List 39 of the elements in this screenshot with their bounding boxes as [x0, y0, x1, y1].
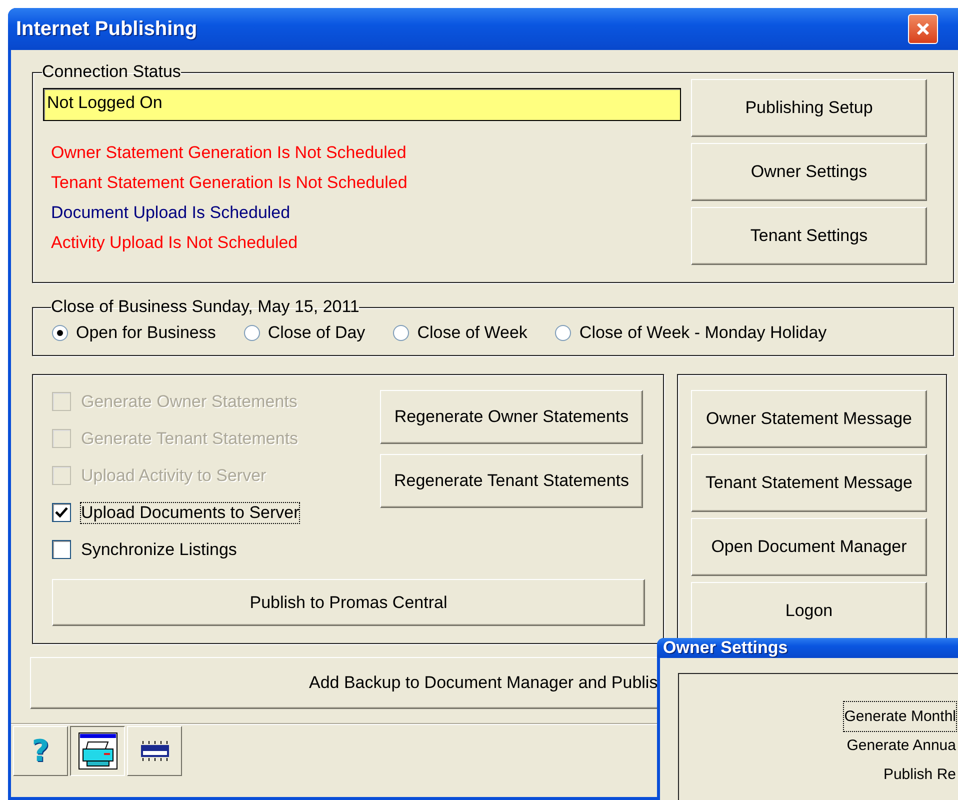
- chip-icon: [140, 738, 170, 764]
- message-button[interactable]: Logon: [691, 582, 927, 640]
- status-message: Document Upload Is Scheduled: [50, 202, 292, 224]
- message-button[interactable]: Open Document Manager: [691, 518, 927, 576]
- group-label: Connection Status: [42, 62, 181, 82]
- publish-button[interactable]: Publish to Promas Central: [52, 579, 645, 626]
- radio-option[interactable]: Close of Day: [244, 323, 366, 343]
- status-field: Not Logged On: [43, 88, 681, 121]
- radio-button[interactable]: [244, 325, 260, 341]
- window-title: Internet Publishing: [16, 18, 198, 40]
- radio-option[interactable]: Close of Week - Monday Holiday: [555, 323, 827, 343]
- radio-button[interactable]: [555, 325, 572, 341]
- radio-option[interactable]: Close of Week: [393, 323, 528, 343]
- window-title: Owner Settings: [663, 638, 788, 658]
- radio-option[interactable]: Open for Business: [52, 323, 216, 343]
- checkbox-option[interactable]: Synchronize Listings: [52, 531, 300, 568]
- message-button[interactable]: Tenant Statement Message: [691, 454, 927, 512]
- radio-button[interactable]: [52, 325, 68, 341]
- checkbox[interactable]: [52, 540, 71, 559]
- checkbox-option[interactable]: Upload Documents to Server: [52, 494, 300, 531]
- status-message: Tenant Statement Generation Is Not Scheduled: [50, 172, 408, 194]
- checkbox[interactable]: [52, 503, 71, 522]
- group-label: Close of Business Sunday, May 15, 2011: [51, 297, 360, 317]
- toolbar-button[interactable]: [70, 726, 125, 776]
- regenerate-button[interactable]: Regenerate Owner Statements: [380, 390, 643, 444]
- close-button[interactable]: [908, 14, 938, 44]
- setting-label: Generate Annua: [846, 736, 956, 756]
- setting-label: Publish Re: [883, 765, 956, 785]
- settings-button[interactable]: Owner Settings: [691, 143, 927, 201]
- status-message: Owner Statement Generation Is Not Scheduled: [50, 142, 408, 164]
- close-icon: [915, 21, 931, 37]
- help-icon: ?: [32, 734, 50, 768]
- message-button[interactable]: Owner Statement Message: [691, 390, 927, 448]
- regenerate-button[interactable]: Regenerate Tenant Statements: [380, 454, 643, 508]
- status-message: Activity Upload Is Not Scheduled: [50, 232, 299, 254]
- radio-button[interactable]: [393, 325, 410, 341]
- settings-button[interactable]: Publishing Setup: [691, 79, 927, 137]
- settings-button[interactable]: Tenant Settings: [691, 207, 927, 265]
- printer-icon: [78, 732, 118, 770]
